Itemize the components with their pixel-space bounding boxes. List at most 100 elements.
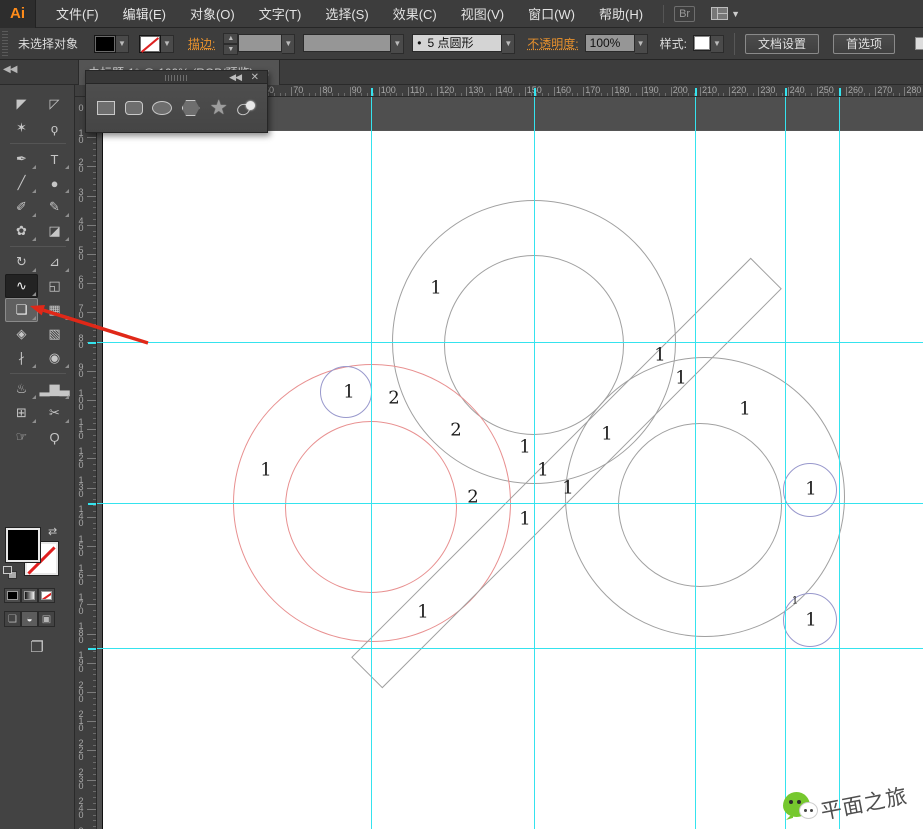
drag-grip-icon[interactable] — [164, 75, 189, 81]
scale-tool[interactable]: ⊿ — [38, 250, 71, 274]
lasso-tool[interactable]: ϙ — [38, 116, 71, 140]
ellipse-tool[interactable] — [149, 95, 175, 121]
rounded-rectangle-tool[interactable] — [121, 95, 147, 121]
fill-proxy-swatch[interactable] — [6, 528, 40, 562]
gradient-button[interactable] — [21, 588, 38, 603]
chevron-down-icon[interactable]: ▼ — [710, 34, 724, 53]
shape-builder-tool[interactable]: ❏ — [5, 298, 38, 322]
selection-tool[interactable]: ◤ — [5, 92, 38, 116]
preferences-button[interactable]: 首选项 — [833, 33, 896, 54]
ruler-minor-tick — [548, 93, 550, 96]
mesh-tool[interactable]: ◈ — [5, 322, 38, 346]
slice-tool[interactable]: ✂ — [38, 401, 71, 425]
polygon-tool[interactable] — [178, 95, 204, 121]
width-profile-control[interactable]: ▼ — [303, 33, 405, 54]
stroke-weight-control[interactable]: ▼ — [238, 33, 296, 54]
chevron-down-icon[interactable]: ▼ — [116, 34, 130, 53]
pen-tool[interactable]: ✒ — [5, 147, 38, 171]
menu-item-2[interactable]: 对象(O) — [178, 0, 247, 28]
control-bar-grip[interactable] — [1, 30, 10, 57]
ruler-label: 1 0 0 — [78, 387, 84, 412]
star-tool[interactable]: ★ — [206, 95, 232, 121]
gradient-tool[interactable]: ▧ — [38, 322, 71, 346]
illustrator-logo: Ai — [0, 0, 36, 28]
rectangle-tool[interactable] — [93, 95, 119, 121]
width-tool[interactable]: ∿ — [5, 274, 38, 298]
brush-definition-control[interactable]: • 5 点圆形 ▼ — [412, 33, 516, 54]
eyedropper-tool[interactable]: ∤ — [5, 346, 38, 370]
menu-item-1[interactable]: 编辑(E) — [111, 0, 178, 28]
menu-item-3[interactable]: 文字(T) — [247, 0, 314, 28]
style-swatch[interactable] — [692, 34, 711, 51]
vertical-ruler[interactable]: 0 1 0 2 0 3 0 4 0 5 0 6 0 7 0 8 0 9 0 1 0 0 1 1 0 1 … — [75, 97, 97, 829]
ruler-major-tick — [700, 87, 701, 96]
draw-behind-icon[interactable]: ◒ — [21, 611, 38, 627]
style-control[interactable]: ▼ — [687, 34, 724, 53]
direct-selection-tool[interactable]: ◸ — [38, 92, 71, 116]
blend-tool[interactable]: ◉ — [38, 346, 71, 370]
fill-color-control[interactable]: ▼ — [94, 34, 130, 53]
opacity-panel-link[interactable]: 不透明度: — [527, 35, 578, 52]
opacity-value-field[interactable]: 100% — [584, 33, 635, 52]
perspective-grid-tool[interactable]: ▦ — [38, 298, 71, 322]
shape-tools-panel[interactable]: ◀◀ ✕ ★ — [85, 70, 268, 133]
brush-definition-field[interactable]: • 5 点圆形 — [412, 33, 503, 52]
chevron-down-icon[interactable]: ▼ — [161, 34, 175, 53]
shape-panel-titlebar[interactable]: ◀◀ ✕ — [85, 70, 268, 84]
draw-inside-icon[interactable]: ▣ — [38, 611, 55, 627]
collapse-icon[interactable]: ◀◀ — [229, 72, 242, 83]
document-setup-button[interactable]: 文档设置 — [744, 33, 819, 54]
swap-fill-stroke-icon[interactable]: ⇄ — [48, 525, 57, 538]
flare-tool[interactable] — [234, 95, 260, 121]
stepper-down-icon[interactable]: ▼ — [223, 43, 239, 55]
menu-item-5[interactable]: 效果(C) — [381, 0, 449, 28]
menu-item-6[interactable]: 视图(V) — [449, 0, 516, 28]
close-icon[interactable]: ✕ — [251, 72, 259, 83]
ruler-label: 250 — [818, 85, 834, 95]
stroke-panel-link[interactable]: 描边: — [188, 35, 215, 52]
bridge-button[interactable]: Br — [674, 5, 696, 22]
color-button[interactable] — [4, 588, 21, 603]
menu-item-7[interactable]: 窗口(W) — [516, 0, 587, 28]
screen-mode-icon[interactable]: ❐ — [22, 637, 52, 657]
chevron-down-icon[interactable]: ▼ — [502, 33, 516, 54]
opacity-control[interactable]: 100% ▼ — [584, 33, 648, 54]
paintbrush-tool[interactable]: ✐ — [5, 195, 38, 219]
menu-item-4[interactable]: 选择(S) — [313, 0, 380, 28]
stroke-weight-stepper[interactable]: ▲ ▼ — [223, 32, 239, 55]
pencil-tool[interactable]: ✎ — [38, 195, 71, 219]
workspace-switcher[interactable]: ▼ — [711, 7, 740, 20]
stroke-weight-field[interactable] — [238, 33, 283, 52]
canvas-area[interactable]: 121212111111111111 平面之旅 — [97, 97, 923, 829]
stroke-color-control[interactable]: ▼ — [139, 34, 175, 53]
width-profile-field[interactable] — [303, 33, 392, 52]
ellipse-tool[interactable]: ● — [38, 171, 71, 195]
chevron-down-icon[interactable]: ▼ — [391, 33, 405, 54]
artboard-tool[interactable]: ⊞ — [5, 401, 38, 425]
none-button[interactable] — [38, 588, 55, 603]
magic-wand-tool[interactable]: ✶ — [5, 116, 38, 140]
zoom-tool[interactable]: Ϙ — [38, 425, 71, 449]
line-segment-tool[interactable]: ╱ — [5, 171, 38, 195]
ruler-minor-tick — [93, 592, 96, 594]
stepper-up-icon[interactable]: ▲ — [223, 32, 239, 44]
symbol-sprayer-tool[interactable]: ♨ — [5, 377, 38, 401]
chevron-down-icon[interactable]: ▼ — [282, 33, 296, 54]
draw-normal-icon[interactable]: ❏ — [4, 611, 21, 627]
hand-tool[interactable]: ☞ — [5, 425, 38, 449]
blob-brush-tool[interactable]: ✿ — [5, 219, 38, 243]
default-fill-stroke-icon[interactable] — [3, 566, 17, 579]
fill-swatch[interactable] — [94, 34, 117, 53]
ruler-major-tick — [583, 87, 585, 96]
column-graph-tool[interactable]: ▂▆▃ — [38, 377, 71, 401]
eraser-tool[interactable]: ◪ — [38, 219, 71, 243]
stroke-none-swatch[interactable] — [139, 34, 162, 53]
ruler-minor-tick — [93, 353, 96, 355]
menu-item-0[interactable]: 文件(F) — [44, 0, 111, 28]
free-transform-tool[interactable]: ◱ — [38, 274, 71, 298]
rotate-tool[interactable]: ↻ — [5, 250, 38, 274]
chevron-down-icon[interactable]: ▼ — [634, 33, 648, 54]
type-tool[interactable]: T — [38, 147, 71, 171]
collapse-panels-icon[interactable]: ◀◀ — [3, 64, 17, 75]
menu-item-8[interactable]: 帮助(H) — [587, 0, 655, 28]
